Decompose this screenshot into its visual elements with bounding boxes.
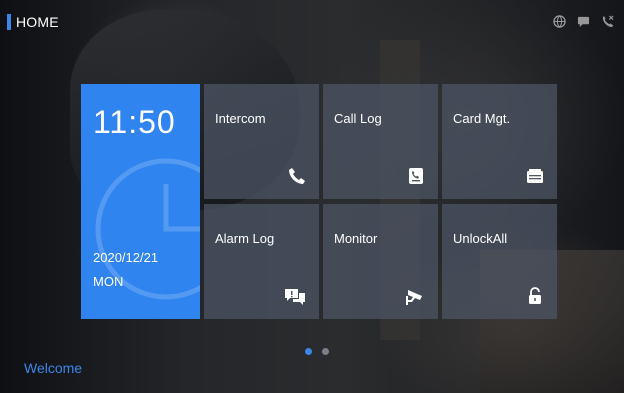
page-dot-1[interactable] bbox=[305, 348, 312, 355]
card-icon bbox=[527, 169, 543, 183]
globe-icon bbox=[552, 14, 566, 28]
page-dot-2[interactable] bbox=[322, 348, 329, 355]
call-log-icon bbox=[409, 168, 423, 184]
tile-monitor[interactable]: Monitor bbox=[323, 204, 438, 319]
clock-tile[interactable]: 11:50 2020/12/21 MON bbox=[81, 84, 200, 319]
tile-alarm-log[interactable]: Alarm Log bbox=[204, 204, 319, 319]
alarm-chat-icon bbox=[285, 289, 305, 305]
tile-card-mgt[interactable]: Card Mgt. bbox=[442, 84, 557, 199]
tile-label: Call Log bbox=[334, 111, 382, 126]
tile-label: UnlockAll bbox=[453, 231, 508, 246]
clock-date: 2020/12/21 bbox=[93, 250, 159, 265]
tile-label: Card Mgt. bbox=[453, 111, 511, 126]
clock-day: MON bbox=[93, 274, 124, 289]
welcome-text: Welcome bbox=[24, 360, 83, 376]
page-title: HOME bbox=[16, 14, 59, 30]
phone-icon bbox=[289, 168, 305, 184]
chat-icon bbox=[576, 14, 590, 28]
header: HOME bbox=[0, 12, 624, 32]
header-accent-bar bbox=[7, 14, 11, 30]
status-icons bbox=[552, 14, 614, 28]
camera-icon bbox=[406, 290, 422, 305]
tile-unlock-all[interactable]: UnlockAll bbox=[442, 204, 557, 319]
clock-time: 11:50 bbox=[93, 104, 176, 140]
tile-intercom[interactable]: Intercom bbox=[204, 84, 319, 199]
tile-label: Monitor bbox=[334, 231, 378, 246]
unlock-icon bbox=[529, 287, 541, 304]
phone-missed-icon bbox=[600, 14, 614, 28]
tile-call-log[interactable]: Call Log bbox=[323, 84, 438, 199]
tile-label: Alarm Log bbox=[215, 231, 275, 246]
tile-label: Intercom bbox=[215, 111, 266, 126]
page-indicator bbox=[305, 348, 329, 355]
